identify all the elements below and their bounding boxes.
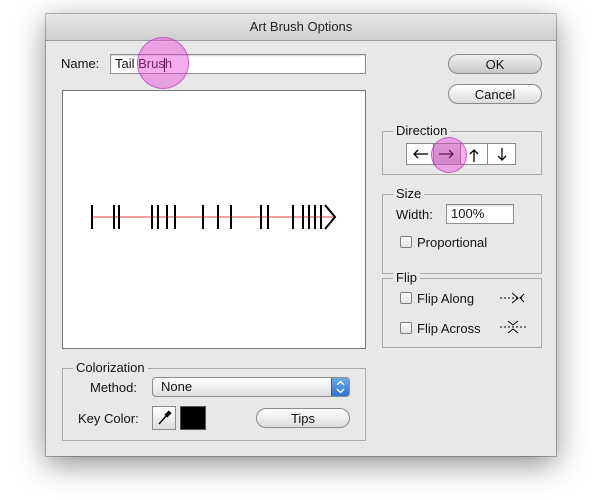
arrow-left-icon: [413, 149, 428, 159]
flip-across-checkbox[interactable]: [400, 322, 412, 334]
name-label: Name:: [61, 56, 100, 71]
brush-preview: [62, 90, 366, 349]
proportional-label: Proportional: [417, 235, 488, 250]
width-field[interactable]: 100%: [446, 204, 514, 224]
direction-down-button[interactable]: [488, 144, 515, 164]
colorization-title: Colorization: [73, 361, 148, 375]
flip-across-icon: [500, 320, 526, 334]
flip-across-label: Flip Across: [417, 321, 481, 336]
flip-title: Flip: [393, 271, 420, 285]
width-field-value: 100%: [451, 206, 485, 221]
eyedropper-icon: [158, 410, 172, 425]
direction-title: Direction: [393, 124, 451, 138]
method-label: Method:: [90, 380, 137, 395]
key-color-label: Key Color:: [78, 411, 139, 426]
width-label: Width:: [396, 207, 433, 222]
arrow-up-icon: [469, 149, 479, 162]
direction-left-button[interactable]: [407, 144, 434, 164]
select-arrows-icon: [331, 378, 349, 396]
method-select[interactable]: None: [152, 377, 350, 397]
eyedropper-button[interactable]: [152, 406, 176, 430]
tips-button[interactable]: Tips: [256, 408, 350, 428]
brush-preview-art: [91, 204, 337, 230]
art-brush-options-dialog: Art Brush Options Name: Tail Brush OK Ca…: [46, 14, 556, 456]
key-color-swatch[interactable]: [180, 406, 206, 430]
method-select-value: None: [161, 379, 193, 394]
arrow-down-icon: [497, 148, 506, 161]
cancel-button[interactable]: Cancel: [448, 84, 542, 104]
flip-along-checkbox[interactable]: [400, 292, 412, 304]
click-highlight-direction: [431, 137, 467, 173]
ok-button[interactable]: OK: [448, 54, 542, 74]
window-title: Art Brush Options: [46, 14, 556, 41]
flip-along-icon: [500, 292, 525, 304]
flip-along-label: Flip Along: [417, 291, 475, 306]
proportional-checkbox[interactable]: [400, 236, 412, 248]
size-title: Size: [393, 187, 425, 201]
click-highlight-name-field: [137, 37, 189, 89]
flip-group: [382, 278, 542, 348]
